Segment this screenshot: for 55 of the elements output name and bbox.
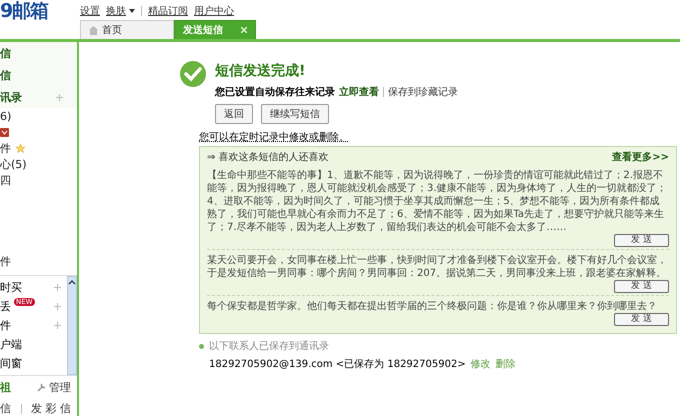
send-mms-link[interactable]: 发 彩 信 (31, 401, 71, 416)
caret-icon (129, 9, 135, 13)
message-text: 某天公司要开会，女同事在楼上忙一些事，快到时间了才准备到楼下会议室开会。楼下有好几个会议室，于是发短信给一男同事：哪个房间？男同事回：207。据说第二天，男同事没来上班，跟老婆在家解释。 (207, 254, 668, 280)
action-button[interactable]: 返回 (215, 104, 253, 124)
message-text: 【生命中那些不能等的事】1、道歉不能等，因为说得晚了，一份珍贵的情谊可能就此错过了；2.报恩不能等，因为报得晚了，恩人可能就没机会感受了；3.健康不能等，因为身体垮了，人生的一切就都没了；4、进取不能等，因为时间久了，可能习惯于坐享其成而懈怠一生；5、梦想不能等，因为所有条件都成熟了，我们可能也早就心有余而力不足了；6、爱情不能等，因为如果Ta先走了，想要守护就只能等来生了；7.尽孝不能等，因为老人上岁数了，留给我们表达的机会可能不会太多了…… (207, 169, 668, 234)
close-icon[interactable] (241, 27, 247, 33)
success-check-icon (179, 60, 207, 88)
auto-save-note: 您已设置自动保存往来记录 (215, 86, 335, 99)
sidebar-item[interactable]: 讯录 (0, 90, 22, 104)
add-icon[interactable] (54, 322, 61, 329)
wrench-icon (37, 383, 46, 392)
app-item[interactable]: 时买 (0, 280, 22, 295)
send-button[interactable]: 发 送 (614, 313, 669, 326)
sidebar-item[interactable]: 信 (0, 46, 11, 60)
recommend-title: ⇒ 喜欢这条短信的人还喜欢 (207, 150, 329, 164)
star-icon (15, 142, 26, 154)
sidebar-item[interactable]: 四 (0, 172, 11, 188)
top-nav-link[interactable]: 换肤 (106, 4, 135, 18)
tab[interactable]: 首页 (80, 20, 174, 39)
action-button[interactable]: 继续写短信 (261, 104, 329, 124)
sidebar-item[interactable]: 件 (0, 140, 11, 156)
add-icon[interactable] (54, 303, 61, 310)
sidebar-item[interactable]: 件 (0, 254, 11, 268)
edit-link[interactable]: 修改 (470, 357, 491, 371)
view-more-link[interactable]: 查看更多>> (612, 150, 669, 164)
success-title: 短信发送完成! (215, 62, 306, 80)
top-nav-link[interactable]: 用户中心 (194, 4, 234, 18)
top-nav-link[interactable]: 精品订阅 (148, 4, 188, 18)
top-nav-link[interactable]: 设置 (80, 4, 100, 18)
mail-badge-icon (0, 128, 9, 136)
app-item[interactable]: 件 (0, 318, 11, 333)
scrollbar[interactable] (67, 276, 77, 375)
bullet-icon (199, 344, 204, 348)
delete-link[interactable]: 删除 (496, 357, 516, 371)
message-text: 每个保安都是哲学家。他们每天都在提出哲学届的三个终极问题：你是谁？你从哪里来？你到哪里去？ (207, 300, 658, 313)
app-item[interactable]: 间窗 (0, 356, 22, 371)
save-favorite-link[interactable]: 保存到珍藏记录 (388, 85, 458, 99)
home-icon (89, 26, 98, 34)
sidebar-link[interactable]: 信 (0, 401, 11, 416)
app-item[interactable]: 丢 (0, 299, 11, 314)
contact-text: 18292705902@139.com <已保存为 18292705902> (209, 358, 466, 371)
sidebar-item[interactable]: 6) (0, 110, 12, 122)
saved-title: 以下联系人已保存到通讯录 (209, 340, 329, 353)
manage-link[interactable]: 管理 (49, 380, 71, 395)
app-item[interactable]: 户端 (0, 337, 22, 352)
scroll-up-icon[interactable] (68, 279, 76, 285)
add-icon[interactable] (54, 284, 61, 291)
sidebar-item[interactable]: 信 (0, 68, 11, 82)
view-now-link[interactable]: 立即查看 (339, 85, 379, 99)
mailbox-logo: 9邮箱 (0, 0, 50, 22)
add-icon[interactable] (56, 94, 63, 100)
sidebar-item[interactable]: 心(5) (0, 156, 27, 172)
schedule-hint: 您可以在定时记录中修改或删除。 (199, 130, 350, 144)
send-button[interactable]: 发 送 (614, 280, 669, 293)
send-button[interactable]: 发 送 (614, 234, 669, 247)
